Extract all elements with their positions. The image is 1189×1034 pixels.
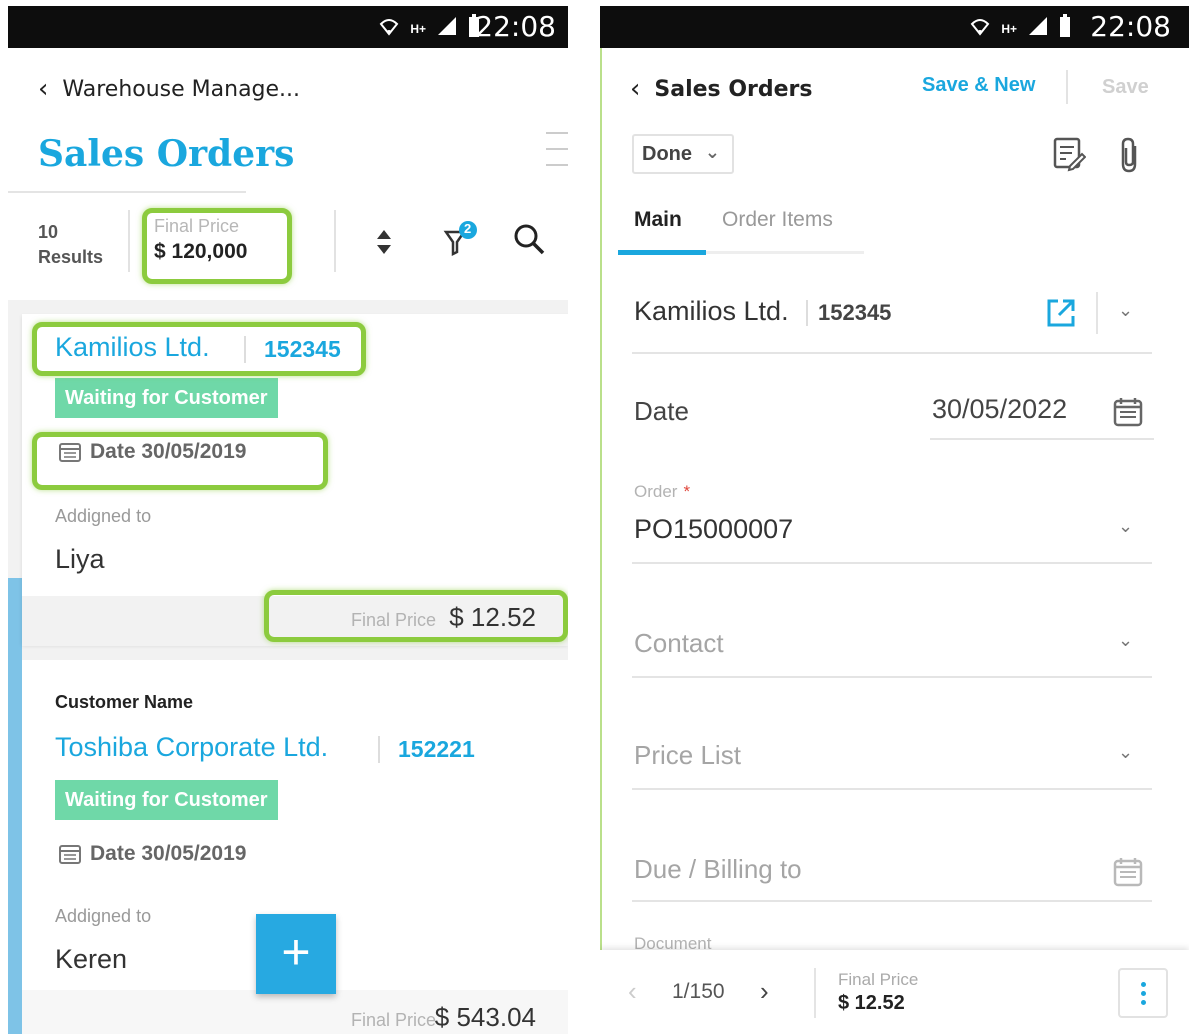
highlight-frame bbox=[264, 590, 568, 642]
calendar-icon[interactable] bbox=[1112, 856, 1144, 888]
results-label: Results bbox=[38, 247, 104, 267]
results-count: 10 bbox=[38, 222, 59, 242]
toolbar-divider bbox=[334, 210, 336, 272]
status-bar: H+ 22:08 bbox=[8, 6, 568, 48]
price-strip: Final Price $ 543.04 bbox=[22, 990, 568, 1034]
filter-icon[interactable]: 2 bbox=[442, 220, 482, 260]
status-dropdown-label: Done bbox=[642, 143, 692, 165]
header-divider bbox=[1066, 70, 1068, 104]
status-dropdown[interactable]: Done ⌄ bbox=[632, 134, 734, 174]
assigned-label: Addigned to bbox=[55, 506, 152, 526]
assignee-name: Keren bbox=[55, 944, 128, 974]
status-bar: H+ 22:08 bbox=[600, 6, 1189, 48]
highlight-frame bbox=[32, 432, 328, 490]
field-underline bbox=[632, 788, 1152, 790]
chevron-down-icon[interactable]: ⌄ bbox=[1118, 630, 1133, 651]
more-options-button[interactable] bbox=[1118, 968, 1168, 1018]
date-field[interactable]: 30/05/2022 bbox=[932, 394, 1067, 425]
status-time: 22:08 bbox=[475, 10, 556, 43]
highlight-frame bbox=[32, 322, 366, 376]
results-summary: 10 Results bbox=[38, 220, 103, 270]
chevron-left-icon: ‹ bbox=[38, 74, 49, 104]
customer-name-label: Customer Name bbox=[55, 692, 194, 712]
title-divider bbox=[8, 191, 246, 193]
bottom-divider bbox=[814, 968, 816, 1018]
field-underline bbox=[930, 438, 1154, 440]
filter-count-badge: 2 bbox=[464, 221, 472, 236]
chevron-down-icon[interactable]: ⌄ bbox=[1118, 516, 1133, 537]
final-price-label: Final Price bbox=[838, 970, 919, 989]
order-field[interactable]: PO15000007 bbox=[634, 514, 793, 545]
detail-screen: H+ 22:08 ‹ Sales Orders Save & New Save … bbox=[600, 0, 1189, 1034]
back-button[interactable]: ‹ Sales Orders bbox=[630, 74, 812, 104]
previous-record-icon[interactable]: ‹ bbox=[628, 976, 637, 1007]
field-divider bbox=[1096, 292, 1098, 334]
field-underline bbox=[632, 900, 1152, 902]
battery-icon bbox=[1059, 14, 1071, 44]
status-time: 22:08 bbox=[1090, 10, 1171, 43]
hamburger-menu-icon[interactable] bbox=[546, 132, 568, 180]
sort-icon[interactable] bbox=[374, 228, 394, 262]
open-external-icon[interactable] bbox=[1044, 296, 1078, 330]
field-underline bbox=[632, 562, 1152, 564]
record-pagination: 1/150 bbox=[672, 980, 725, 1003]
order-label: Order * bbox=[634, 482, 690, 502]
field-underline bbox=[632, 676, 1152, 678]
network-type-icon: H+ bbox=[1001, 22, 1017, 36]
wifi-icon bbox=[969, 16, 991, 42]
back-button[interactable]: ‹ Warehouse Manage... bbox=[38, 74, 300, 104]
status-icons: H+ bbox=[969, 14, 1071, 44]
chevron-down-icon: ⌄ bbox=[704, 142, 720, 162]
order-date: Date 30/05/2019 bbox=[58, 842, 246, 866]
tab-order-items[interactable]: Order Items bbox=[722, 208, 833, 232]
status-icons: H+ bbox=[378, 14, 480, 44]
field-underline bbox=[632, 352, 1152, 354]
page-title: Sales Orders bbox=[38, 133, 295, 175]
final-price-label: Final Price bbox=[350, 1010, 436, 1030]
attachment-icon[interactable] bbox=[1118, 136, 1142, 174]
customer-number: 152221 bbox=[378, 736, 475, 763]
tab-main[interactable]: Main bbox=[634, 208, 682, 232]
customer-name[interactable]: Toshiba Corporate Ltd. bbox=[55, 732, 328, 763]
highlight-frame bbox=[142, 208, 292, 284]
final-price-value: $ 12.52 bbox=[838, 992, 905, 1014]
network-type-icon: H+ bbox=[410, 22, 426, 36]
chevron-left-icon: ‹ bbox=[630, 74, 641, 104]
calendar-icon[interactable] bbox=[1112, 396, 1144, 428]
notes-icon[interactable] bbox=[1052, 136, 1087, 172]
signal-icon bbox=[436, 15, 458, 43]
assigned-label: Addigned to bbox=[55, 906, 152, 926]
order-label-text: Order bbox=[634, 482, 678, 501]
list-screen: H+ 22:08 ‹ Warehouse Manage... Sales Ord… bbox=[8, 0, 568, 1034]
final-price-value: $ 543.04 bbox=[434, 1002, 536, 1032]
customer-number: 152345 bbox=[806, 300, 891, 326]
contact-field[interactable]: Contact bbox=[634, 628, 724, 659]
back-label: Warehouse Manage... bbox=[62, 76, 301, 102]
list-accent-bar bbox=[8, 578, 22, 1034]
record-navigation-bar: ‹ 1/150 › Final Price $ 12.52 bbox=[600, 950, 1189, 1034]
assignee-name: Liya bbox=[55, 544, 105, 574]
date-label: Date bbox=[634, 396, 689, 426]
status-badge: Waiting for Customer bbox=[55, 378, 278, 418]
save-button[interactable]: Save bbox=[1102, 76, 1149, 99]
back-label: Sales Orders bbox=[654, 76, 813, 102]
chevron-down-icon[interactable]: ⌄ bbox=[1118, 742, 1133, 763]
customer-field[interactable]: Kamilios Ltd. bbox=[634, 296, 789, 327]
calendar-icon bbox=[58, 843, 82, 865]
status-badge: Waiting for Customer bbox=[55, 780, 278, 820]
next-record-icon[interactable]: › bbox=[760, 976, 769, 1007]
search-icon[interactable] bbox=[512, 222, 546, 256]
signal-icon bbox=[1027, 15, 1049, 43]
toolbar-divider bbox=[128, 210, 130, 272]
due-billing-field[interactable]: Due / Billing to bbox=[634, 854, 802, 885]
screen-border bbox=[600, 48, 602, 1034]
required-marker: * bbox=[683, 482, 691, 501]
active-tab-indicator bbox=[618, 250, 706, 255]
wifi-icon bbox=[378, 16, 400, 42]
add-order-button[interactable]: + bbox=[256, 914, 336, 994]
chevron-down-icon[interactable]: ⌄ bbox=[1118, 300, 1133, 321]
save-and-new-button[interactable]: Save & New bbox=[922, 74, 1035, 97]
price-list-field[interactable]: Price List bbox=[634, 740, 741, 771]
date-text: Date 30/05/2019 bbox=[90, 842, 247, 865]
